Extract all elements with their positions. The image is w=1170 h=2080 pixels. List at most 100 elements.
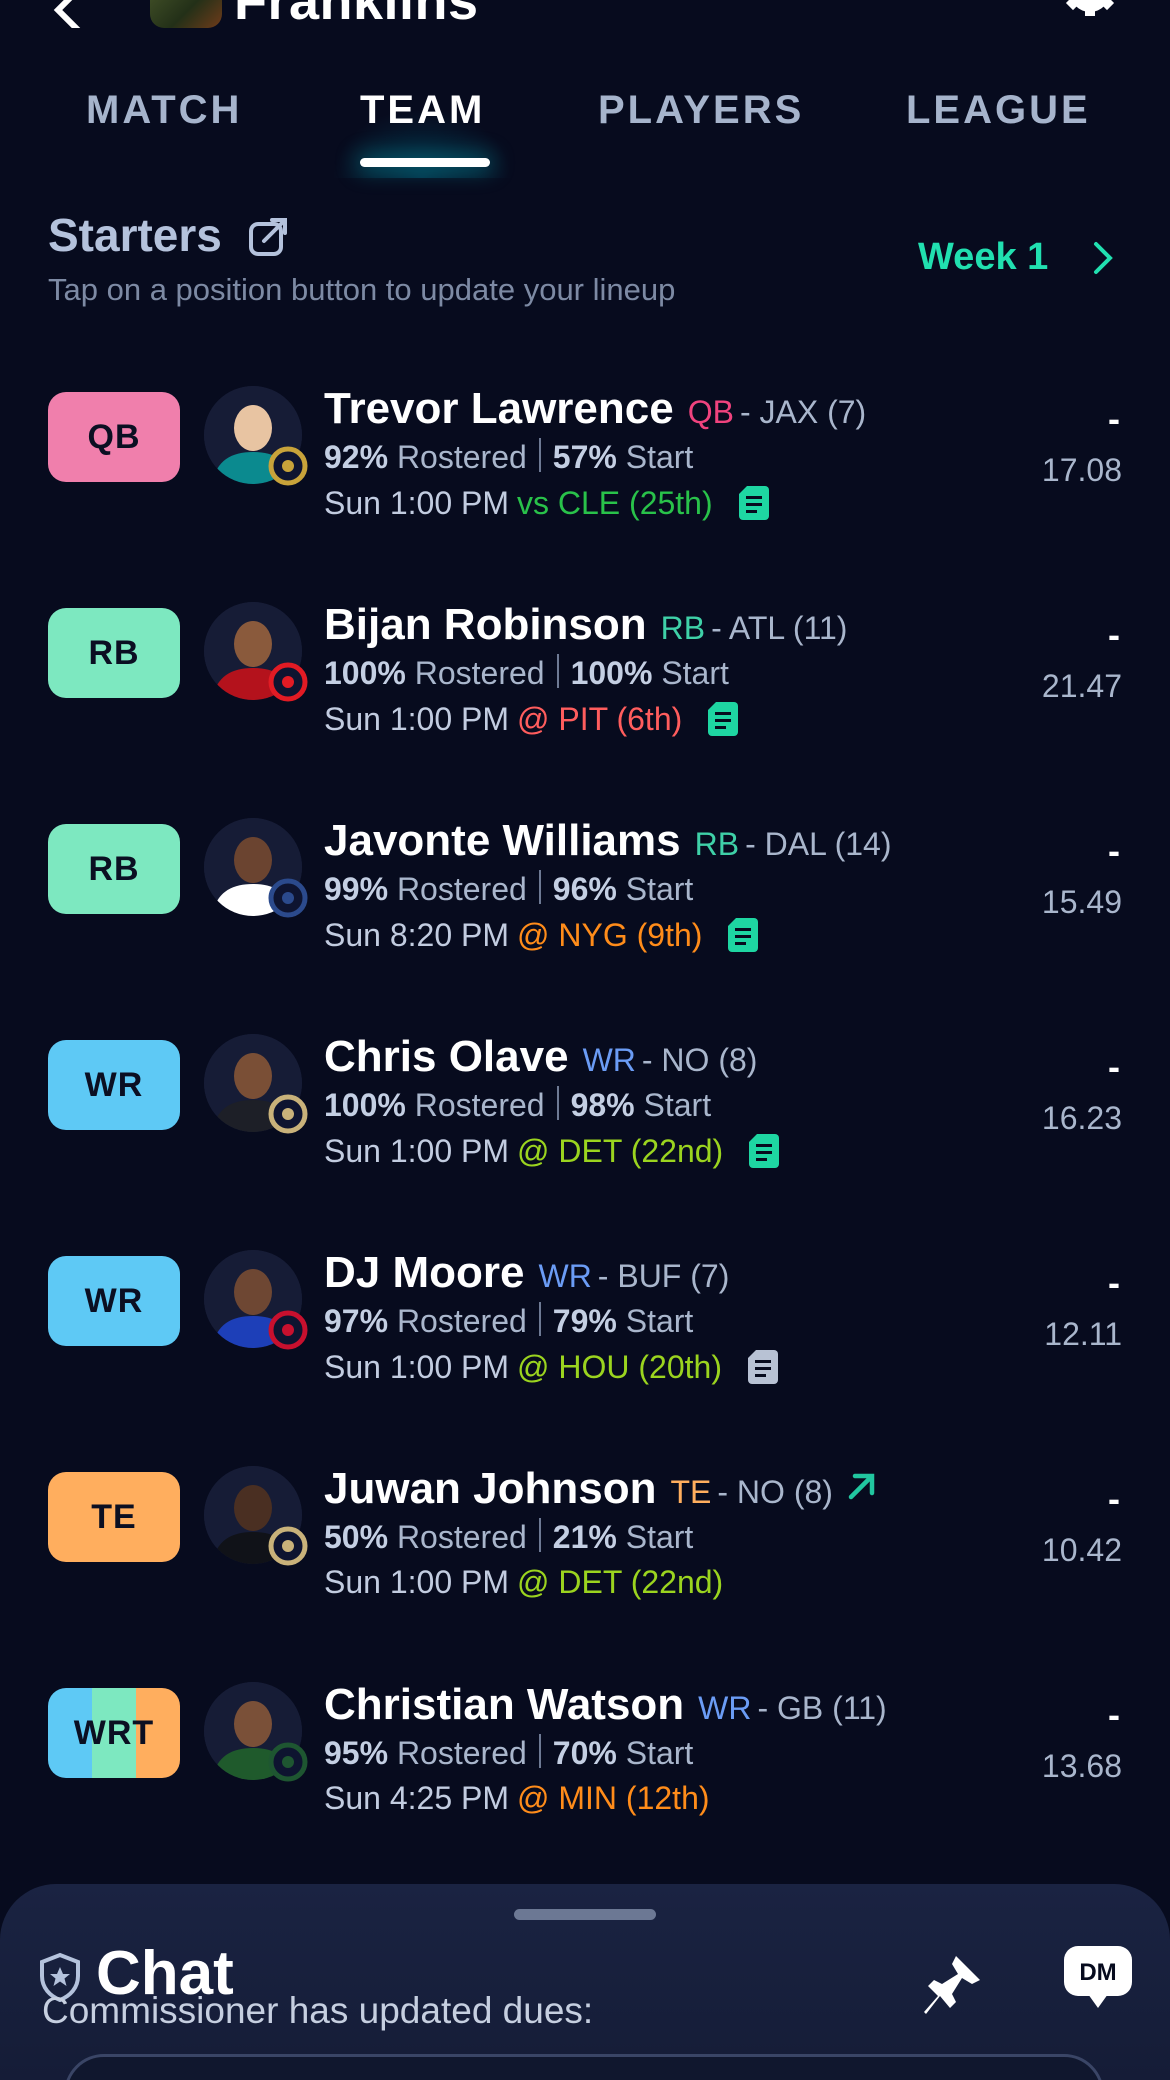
game-time: Sun 1:00 PM [324,700,509,737]
game-time: Sun 1:00 PM [324,1348,509,1385]
player-name[interactable]: Christian Watson [324,1680,684,1730]
start-label: Start [661,655,729,691]
start-label: Start [625,439,694,475]
player-note-icon[interactable] [745,1132,783,1170]
chat-bottom-bar[interactable] [64,2054,1104,2080]
tab-league[interactable]: LEAGUE [906,88,1091,133]
player-row[interactable]: WR DJ Moore WR - BUF (7) 97% Rostered 79% Sta… [0,1248,1170,1472]
actual-points: - [1108,1478,1120,1519]
rostered-label: Rostered [396,871,527,907]
player-photo[interactable] [204,1682,308,1782]
position-label: QB [87,417,141,456]
player-photo[interactable] [204,1250,308,1350]
actual-points: - [1108,1262,1120,1303]
tab-players[interactable]: PLAYERS [598,88,804,133]
player-note-icon[interactable] [724,916,762,954]
player-ownership-stats: 92% Rostered 57% Start [324,438,693,476]
position-button-wr[interactable]: WR [48,1040,180,1130]
player-row[interactable]: RB Javonte Williams RB - DAL (14) 99% Roster… [0,816,1170,1040]
back-arrow-icon[interactable] [48,0,96,28]
start-percent: 96% [552,871,617,907]
player-team-info: - JAX (7) [739,394,867,430]
pin-icon[interactable] [922,1952,984,2018]
gear-icon[interactable] [1060,0,1120,28]
rostered-percent: 95% [324,1735,389,1771]
position-button-wrt[interactable]: WRT [48,1688,180,1778]
position-button-rb[interactable]: RB [48,608,180,698]
position-button-rb[interactable]: RB [48,824,180,914]
tab-match[interactable]: MATCH [86,88,242,133]
starters-subtitle: Tap on a position button to update your … [48,272,676,307]
player-photo[interactable] [204,1466,308,1566]
player-note-icon[interactable] [735,484,773,522]
player-name[interactable]: DJ Moore [324,1248,524,1298]
opponent-matchup: @ DET (22nd) [517,1564,724,1600]
player-photo[interactable] [204,386,308,486]
jaguars-logo [266,444,310,488]
bills-logo [266,1308,310,1352]
player-name[interactable]: Juwan Johnson [324,1464,656,1514]
start-percent: 79% [552,1303,617,1339]
opponent-matchup: @ HOU (20th) [517,1348,722,1385]
position-button-wr[interactable]: WR [48,1256,180,1346]
player-name[interactable]: Bijan Robinson [324,600,647,650]
player-ownership-stats: 95% Rostered 70% Start [324,1734,693,1772]
position-label: WR [84,1065,144,1104]
projected-points: 17.08 [1041,452,1122,488]
player-row[interactable]: RB Bijan Robinson RB - ATL (11) 100% Rostere… [0,600,1170,824]
player-note-icon[interactable] [744,1348,782,1386]
player-name[interactable]: Javonte Williams [324,816,681,866]
player-game-info: Sun 1:00 PM @ DET (22nd) [324,1564,723,1601]
player-team-info: - NO (8) [641,1042,758,1078]
drag-handle[interactable] [514,1909,656,1920]
rostered-percent: 50% [324,1519,389,1555]
player-photo[interactable] [204,1034,308,1134]
player-row[interactable]: TE Juwan Johnson TE - NO (8) 50% Rostered 21%… [0,1464,1170,1688]
player-name-line: Christian Watson WR - GB (11) [324,1680,887,1730]
position-label: RB [88,633,140,672]
projected-points: 10.42 [1041,1532,1122,1568]
player-photo[interactable] [204,818,308,918]
position-button-qb[interactable]: QB [48,392,180,482]
player-ownership-stats: 99% Rostered 96% Start [324,870,693,908]
chevron-right-icon[interactable] [1090,240,1118,276]
player-game-info: Sun 8:20 PM @ NYG (9th) [324,916,762,954]
player-row[interactable]: QB Trevor Lawrence QB - JAX (7) 92% Rostered… [0,384,1170,608]
share-icon[interactable] [246,214,292,260]
player-name[interactable]: Trevor Lawrence [324,384,674,434]
team-avatar[interactable] [150,0,222,28]
rostered-label: Rostered [414,1087,545,1123]
player-name-line: Juwan Johnson TE - NO (8) [324,1464,879,1514]
dm-button[interactable]: DM [1062,1944,1134,2010]
player-row[interactable]: WR Chris Olave WR - NO (8) 100% Rostered 98% … [0,1032,1170,1256]
actual-points: - [1108,1046,1120,1087]
player-photo[interactable] [204,602,308,702]
divider [538,1734,541,1768]
player-game-info: Sun 1:00 PM vs CLE (25th) [324,484,773,522]
player-position: WR [698,1690,752,1726]
start-label: Start [625,1303,694,1339]
rostered-percent: 99% [324,871,389,907]
game-time: Sun 1:00 PM [324,1132,509,1169]
player-note-icon[interactable] [704,700,742,738]
player-row[interactable]: WRT Christian Watson WR - GB (11) 95% Roster… [0,1680,1170,1904]
projected-points: 12.11 [1044,1316,1122,1352]
chat-panel[interactable]: Chat DM Commissioner has updated dues: [0,1884,1170,2080]
player-team-info: - DAL (14) [745,826,892,862]
player-name[interactable]: Chris Olave [324,1032,569,1082]
position-button-te[interactable]: TE [48,1472,180,1562]
start-label: Start [625,1735,694,1771]
top-bar: Franklins [0,0,1170,40]
tab-active-indicator [360,158,490,167]
start-label: Start [625,871,694,907]
opponent-matchup: vs CLE (25th) [517,484,713,521]
player-position: WR [582,1042,636,1078]
divider [538,870,541,904]
position-label: RB [88,849,140,888]
game-time: Sun 1:00 PM [324,484,509,521]
player-position: WR [538,1258,592,1294]
week-selector[interactable]: Week 1 [918,236,1048,279]
tab-team[interactable]: TEAM [360,88,485,133]
position-label: TE [91,1497,137,1536]
player-position: RB [694,826,740,862]
